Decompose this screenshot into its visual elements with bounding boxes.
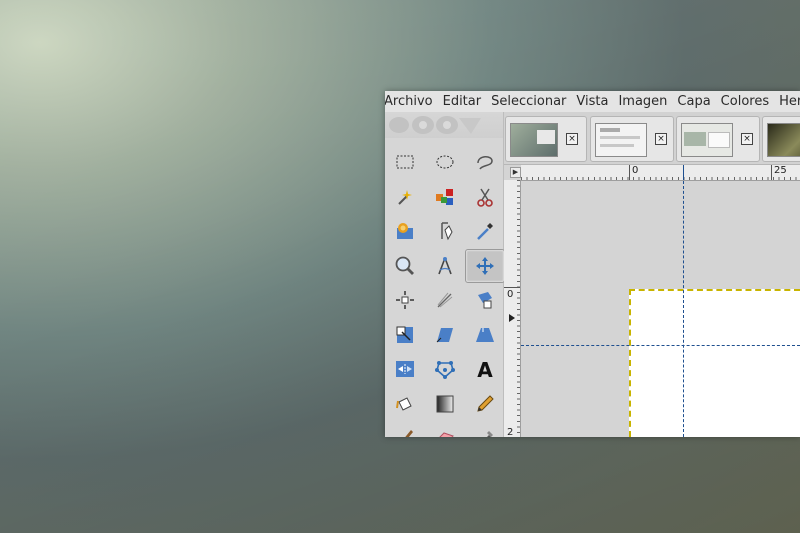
eraser-icon[interactable] [425, 421, 465, 437]
image-thumbnail-3 [681, 123, 733, 157]
pencil-icon[interactable] [465, 387, 505, 421]
measure-icon[interactable] [425, 249, 465, 283]
move-icon[interactable] [465, 248, 505, 283]
ellipse-select-icon[interactable] [425, 145, 465, 179]
menu-vista[interactable]: Vista [576, 94, 608, 109]
toolbox: A [385, 112, 505, 437]
menu-capa[interactable]: Capa [677, 94, 710, 109]
ruler-vertical[interactable]: 0 2 [504, 180, 521, 437]
menubar: Archivo Editar Seleccionar Vista Imagen … [385, 91, 800, 112]
menu-editar[interactable]: Editar [443, 94, 482, 109]
fuzzy-select-icon[interactable] [385, 180, 425, 214]
unified-transform-icon[interactable] [465, 283, 505, 317]
ruler-v-label-0: 0 [507, 289, 514, 300]
ruler-pointer-marker [509, 314, 515, 322]
close-tab-1-button[interactable]: × [566, 133, 578, 145]
menu-imagen[interactable]: Imagen [618, 94, 667, 109]
color-picker-icon[interactable] [465, 214, 505, 248]
rect-select-icon[interactable] [385, 145, 425, 179]
canvas-area: ▶ 0 25 0 2 [504, 165, 800, 437]
flip-icon[interactable] [385, 352, 425, 386]
foreground-select-icon[interactable] [385, 214, 425, 248]
image-thumbnail-2 [595, 123, 647, 157]
image-tab-2[interactable]: × [590, 116, 674, 162]
perspective-icon[interactable] [465, 318, 505, 352]
ruler-h-label-0: 0 [632, 165, 639, 176]
menu-herramientas[interactable]: Herramientas [779, 94, 800, 109]
close-tab-2-button[interactable]: × [655, 133, 667, 145]
menu-archivo[interactable]: Archivo [385, 94, 433, 109]
image-thumbnail-4 [767, 123, 800, 157]
close-tab-3-button[interactable]: × [741, 133, 753, 145]
gimp-main-window: Archivo Editar Seleccionar Vista Imagen … [385, 91, 800, 437]
image-menu-arrow-button[interactable]: ▶ [510, 167, 521, 178]
svg-text:A: A [477, 358, 493, 380]
image-thumbnail-1 [510, 123, 558, 157]
select-by-color-icon[interactable] [425, 180, 465, 214]
image-tab-1[interactable]: × [505, 116, 587, 162]
image-tab-4[interactable] [762, 116, 800, 162]
text-icon[interactable]: A [465, 352, 505, 386]
tool-grid: A [385, 145, 505, 437]
shear-icon[interactable] [425, 318, 465, 352]
image-tab-3[interactable]: × [676, 116, 760, 162]
airbrush-icon[interactable] [465, 421, 505, 437]
paths-icon[interactable] [425, 214, 465, 248]
free-select-icon[interactable] [465, 145, 505, 179]
scale-icon[interactable] [385, 318, 425, 352]
image-tabs-bar: × × × [504, 112, 800, 165]
wilber-drop-area [385, 112, 503, 138]
crop-icon[interactable] [425, 283, 465, 317]
scissors-select-icon[interactable] [465, 180, 505, 214]
bucket-fill-icon[interactable] [385, 387, 425, 421]
gradient-icon[interactable] [425, 387, 465, 421]
ruler-h-label-25: 25 [774, 165, 787, 176]
menu-seleccionar[interactable]: Seleccionar [491, 94, 566, 109]
cage-transform-icon[interactable] [425, 352, 465, 386]
wilber-eyes-icon [389, 116, 481, 134]
menu-colores[interactable]: Colores [721, 94, 769, 109]
paintbrush-icon[interactable] [385, 421, 425, 437]
ruler-v-label-2: 2 [507, 427, 514, 437]
alignment-icon[interactable] [385, 283, 425, 317]
ruler-horizontal[interactable]: 0 25 [521, 165, 800, 181]
zoom-icon[interactable] [385, 249, 425, 283]
